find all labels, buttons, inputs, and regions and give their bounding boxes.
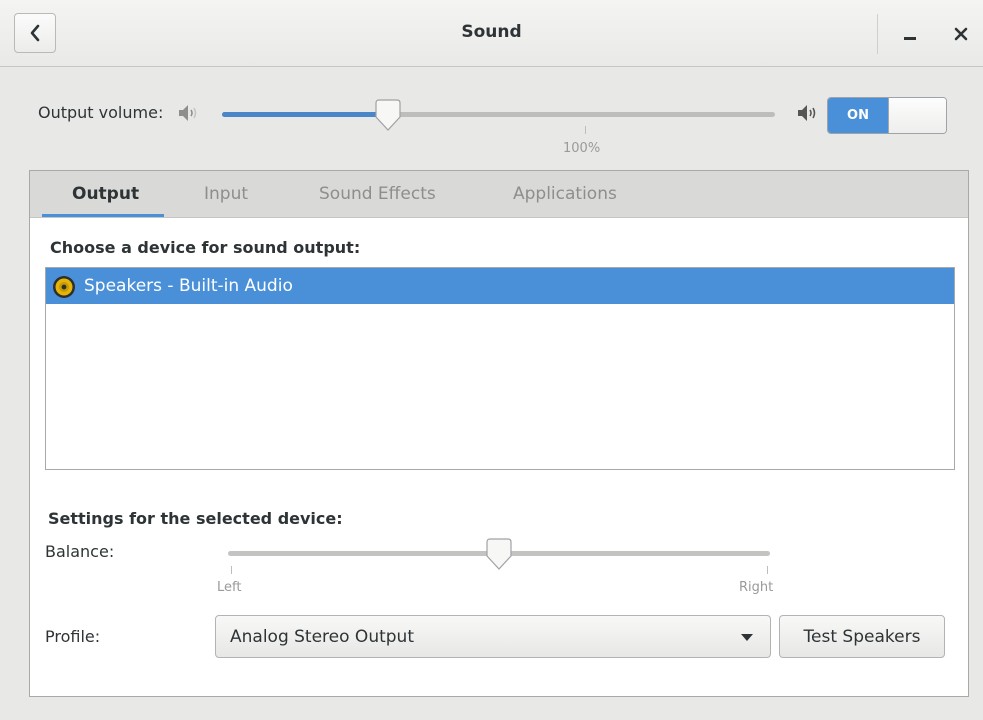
header-bar: Sound <box>0 0 983 67</box>
minimize-button[interactable] <box>896 20 924 48</box>
profile-value: Analog Stereo Output <box>230 627 414 647</box>
minimize-icon <box>904 37 916 40</box>
close-icon <box>954 27 968 41</box>
tab-input[interactable]: Input <box>204 184 248 204</box>
speaker-icon <box>53 276 75 298</box>
balance-left-label: Left <box>217 580 242 595</box>
tab-sound-effects[interactable]: Sound Effects <box>319 184 436 204</box>
volume-100-label: 100% <box>563 141 601 156</box>
balance-right-tick <box>767 566 768 574</box>
header-separator <box>877 14 878 54</box>
output-mute-switch[interactable]: ON <box>827 97 947 134</box>
balance-handle[interactable] <box>484 538 514 571</box>
volume-100-tick <box>585 126 586 134</box>
sound-notebook: Output Input Sound Effects Applications … <box>29 170 969 697</box>
output-volume-handle[interactable] <box>373 99 403 132</box>
settings-selected-device-label: Settings for the selected device: <box>48 509 343 528</box>
profile-dropdown[interactable]: Analog Stereo Output <box>215 615 771 658</box>
volume-low-icon <box>179 105 197 121</box>
tab-output[interactable]: Output <box>72 184 139 204</box>
tab-bar: Output Input Sound Effects Applications <box>30 171 968 218</box>
balance-left-tick <box>231 566 232 574</box>
balance-label: Balance: <box>45 542 115 561</box>
output-volume-label: Output volume: <box>38 103 164 122</box>
device-label: Speakers - Built-in Audio <box>84 276 293 296</box>
device-row-speakers[interactable]: Speakers - Built-in Audio <box>46 268 954 304</box>
sound-settings-window: Sound Output volume: 100% ON Output Inpu… <box>0 0 983 720</box>
choose-device-label: Choose a device for sound output: <box>50 238 361 257</box>
active-tab-indicator <box>42 214 164 217</box>
output-volume-slider[interactable] <box>222 112 775 117</box>
close-button[interactable] <box>947 20 975 48</box>
balance-right-label: Right <box>739 580 774 595</box>
dropdown-arrow-icon <box>741 634 753 641</box>
output-volume-fill <box>222 112 388 117</box>
output-device-list: Speakers - Built-in Audio <box>45 267 955 470</box>
switch-on-label: ON <box>828 98 888 133</box>
profile-label: Profile: <box>45 627 101 646</box>
volume-high-icon <box>798 105 816 121</box>
test-speakers-button[interactable]: Test Speakers <box>779 615 945 658</box>
switch-knob[interactable] <box>888 98 946 133</box>
window-title: Sound <box>461 22 522 42</box>
tab-applications[interactable]: Applications <box>513 184 617 204</box>
